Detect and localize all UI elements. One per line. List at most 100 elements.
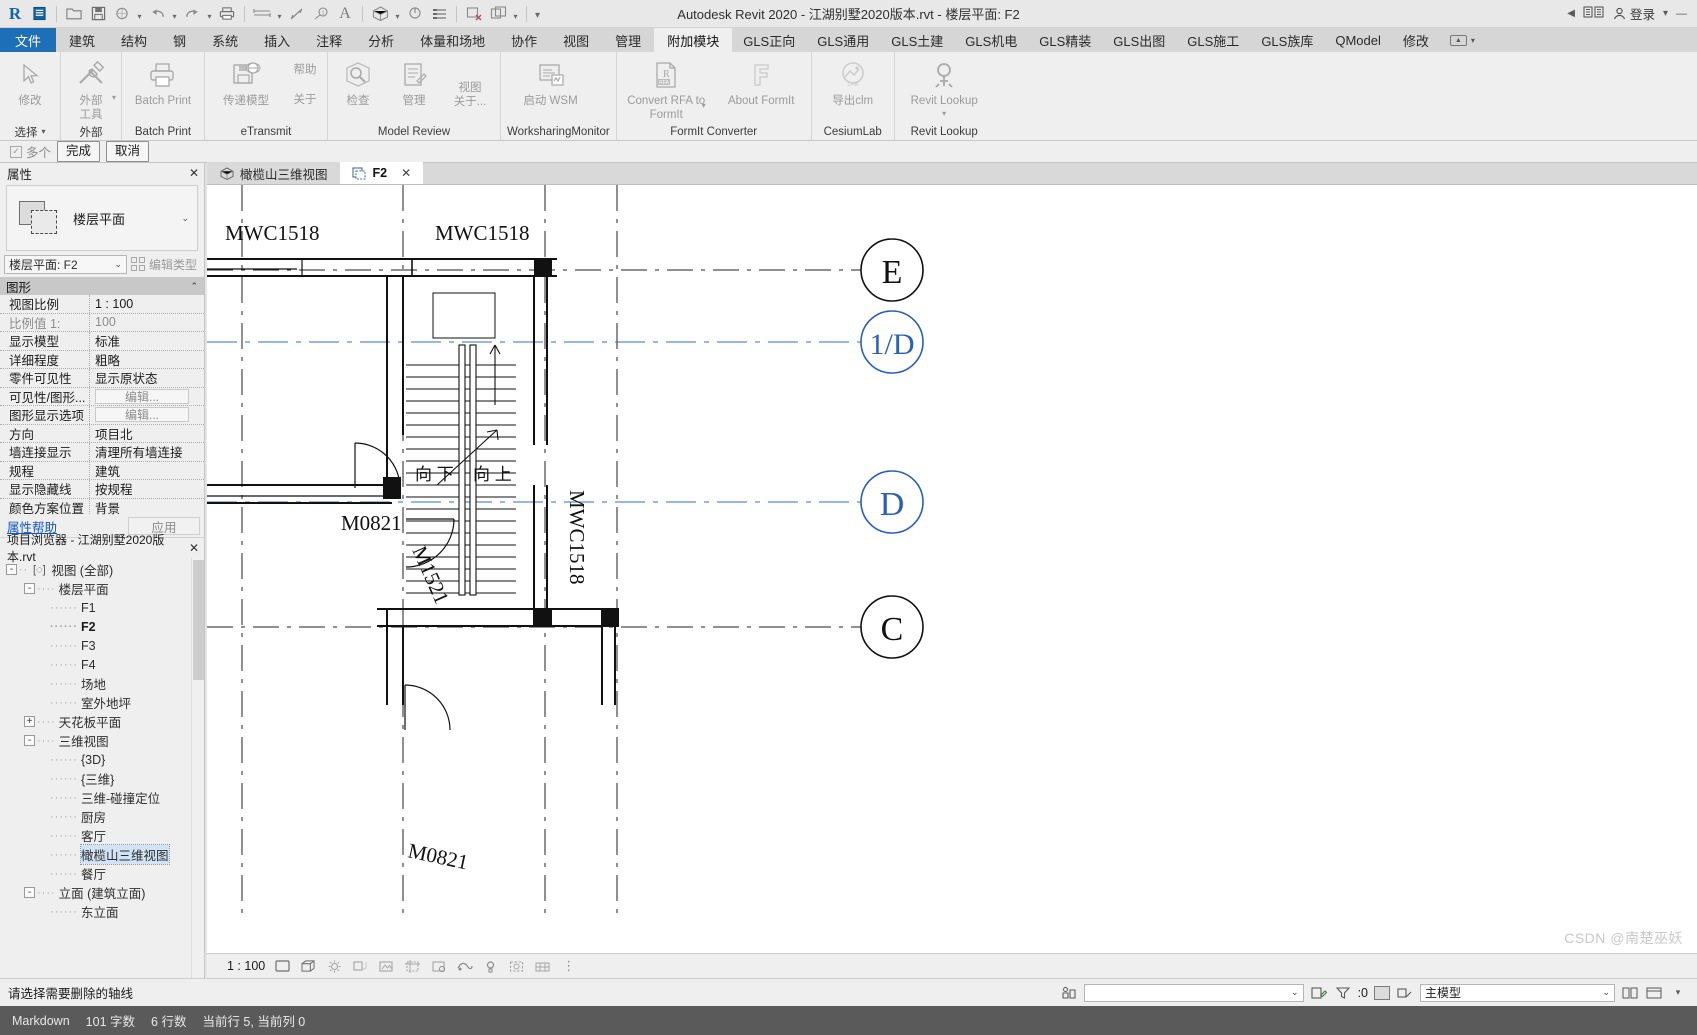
export-clm-button[interactable]: LAB 导出clm [814, 55, 892, 117]
reveal-hidden-elements-icon[interactable] [508, 959, 525, 974]
help-search-icon[interactable] [1583, 5, 1605, 22]
model-views-icon[interactable] [1621, 985, 1639, 1001]
batch-print-button[interactable]: Batch Print [124, 55, 202, 117]
tile-windows-icon[interactable] [487, 3, 509, 25]
modify-button[interactable]: 修改 [2, 55, 58, 117]
hide-ui-icon[interactable] [1645, 985, 1663, 1001]
quick-access-toolbar[interactable]: R ▾ ▾ ▾ ▾ 1 A ▾ ▾ ▾ [0, 0, 542, 28]
close-hidden-windows-icon[interactable] [463, 3, 485, 25]
ribbon-minimize-toggle[interactable]: ▲ ▾ [1440, 28, 1485, 52]
ribbon-tab-manage[interactable]: 管理 [602, 28, 654, 52]
property-value[interactable]: 标准 [90, 332, 204, 350]
type-selector-combo[interactable]: 楼层平面: F2 ⌄ [4, 254, 127, 274]
save-icon[interactable] [87, 3, 109, 25]
save-as-caret-icon[interactable]: ▾ [135, 3, 144, 25]
ribbon-tab-steel[interactable]: 钢 [160, 28, 199, 52]
properties-group-graphics[interactable]: 图形 ⌃ [0, 277, 204, 295]
visual-style-wireframe-icon[interactable] [300, 959, 317, 974]
tree-node-f4[interactable]: ······ F4 [0, 655, 204, 674]
ribbon-tab-insert[interactable]: 插入 [251, 28, 303, 52]
tree-node-east-elevation[interactable]: ······ 东立面 [0, 902, 204, 921]
ribbon-tab-architecture[interactable]: 建筑 [56, 28, 108, 52]
project-browser-scrollbar[interactable] [191, 558, 204, 978]
tree-node-site[interactable]: ······ 场地 [0, 674, 204, 693]
print-icon[interactable] [216, 3, 238, 25]
ribbon-tab-annotate[interactable]: 注释 [303, 28, 355, 52]
drawing-canvas[interactable]: E 1/D D C MWC1518 MWC1518 MWC1518 M0821 … [207, 185, 1697, 953]
tree-node-3d-default[interactable]: ······ {3D} [0, 750, 204, 769]
undo-caret-icon[interactable]: ▾ [170, 3, 179, 25]
default-3d-view-icon[interactable] [369, 3, 391, 25]
render-dialog-icon[interactable] [378, 959, 395, 974]
tag-icon[interactable]: 1 [310, 3, 332, 25]
ribbon-tab-analyze[interactable]: 分析 [355, 28, 407, 52]
property-row-orientation[interactable]: 方向 项目北 [0, 424, 204, 443]
ribbon-tab-qmodel[interactable]: QModel [1324, 28, 1392, 52]
tree-node-ceiling-plans[interactable]: + ···· 天花板平面 [0, 712, 204, 731]
sign-in-label[interactable]: 登录 [1630, 4, 1655, 23]
properties-close-icon[interactable]: ✕ [189, 166, 199, 180]
transmit-model-button[interactable]: 传递模型 [207, 55, 285, 117]
tree-node-f1[interactable]: ······ F1 [0, 598, 204, 617]
external-tools-caret-icon[interactable]: ▾ [112, 93, 116, 103]
property-value[interactable]: 项目北 [90, 425, 204, 443]
scrollbar-thumb[interactable] [193, 560, 204, 680]
ribbon-tab-gls-tongyong[interactable]: GLS通用 [806, 28, 880, 52]
text-icon[interactable]: A [334, 3, 356, 25]
ribbon-minimize-icon[interactable]: ▲ [1449, 34, 1467, 46]
tree-node-views-all[interactable]: - ·· [◌] 视图 (全部) [0, 560, 204, 579]
launch-wsm-button[interactable]: 启动 WSM [503, 55, 598, 117]
ribbon-tab-gls-jingzhuang[interactable]: GLS精装 [1028, 28, 1102, 52]
tree-node-dining-room[interactable]: ······ 餐厅 [0, 864, 204, 883]
sign-in-group[interactable]: 登录 [1613, 4, 1655, 23]
tree-node-f3[interactable]: ······ F3 [0, 636, 204, 655]
ribbon-tab-structure[interactable]: 结构 [108, 28, 160, 52]
open-icon[interactable] [63, 3, 85, 25]
view-control-bar[interactable]: 1 : 100 ⋮ [207, 953, 1697, 978]
model-review-about-button[interactable]: 视图 关于... [442, 55, 498, 117]
redo-icon[interactable] [181, 3, 203, 25]
property-row-graphic-display-options[interactable]: 图形显示选项 编辑... [0, 406, 204, 425]
ribbon-tab-file[interactable]: 文件 [0, 28, 57, 52]
multiple-checkbox-box[interactable]: ✓ [10, 145, 22, 158]
property-row-visibility-graphics[interactable]: 可见性/图形... 编辑... [0, 387, 204, 406]
ribbon-tab-gls-shigong[interactable]: GLS施工 [1176, 28, 1250, 52]
revit-logo-icon[interactable]: R [4, 3, 26, 25]
finish-button[interactable]: 完成 [57, 141, 101, 162]
expand-collapse-icon[interactable]: - [6, 564, 17, 575]
convert-rfa-to-formit-button[interactable]: R RFA Convert RFA to FormIt ▾ [619, 55, 714, 123]
3d-view-caret-icon[interactable]: ▾ [393, 3, 402, 25]
window-menu-icon[interactable]: ▾ [1663, 8, 1668, 19]
revit-lookup-caret-icon[interactable]: ▾ [942, 109, 946, 119]
measure-caret-icon[interactable]: ▾ [275, 3, 284, 25]
property-value[interactable]: 粗略 [90, 351, 204, 369]
type-selector-caret-icon[interactable]: ⌄ [114, 259, 122, 270]
design-options-caret-icon[interactable]: ⌄ [1602, 987, 1610, 998]
etransmit-help-button[interactable]: 帮助 [294, 61, 317, 77]
property-row-detail-level[interactable]: 详细程度 粗略 [0, 350, 204, 369]
view-tab-close-icon[interactable]: ✕ [401, 166, 411, 180]
property-row-scale-value[interactable]: 比例值 1: 100 [0, 313, 204, 332]
property-row-wall-join-display[interactable]: 墙连接显示 清理所有墙连接 [0, 443, 204, 462]
project-browser-tree[interactable]: - ·· [◌] 视图 (全部) - ···· 楼层平面 ······ F1 ·… [0, 558, 204, 978]
properties-type-preview[interactable]: 楼层平面 ⌄ [6, 185, 198, 251]
exclude-options-icon[interactable] [1396, 985, 1414, 1001]
ribbon-tab-gls-tujian[interactable]: GLS土建 [880, 28, 954, 52]
design-options-combo[interactable]: 主模型 ⌄ [1420, 983, 1615, 1002]
filter-icon[interactable] [1334, 985, 1352, 1001]
select-panel-caret-icon[interactable]: ▾ [41, 127, 45, 136]
section-icon[interactable] [404, 3, 426, 25]
shadows-off-icon[interactable] [352, 959, 369, 974]
tree-node-f2[interactable]: ······ F2 [0, 617, 204, 636]
ribbon-tab-view[interactable]: 视图 [550, 28, 602, 52]
unlock-3d-view-icon[interactable] [456, 959, 473, 974]
tree-node-3d-clash[interactable]: ······ 三维-碰撞定位 [0, 788, 204, 807]
project-browser-close-icon[interactable]: ✕ [189, 541, 199, 555]
editable-only-icon[interactable] [1310, 985, 1328, 1001]
worksets-icon[interactable] [1060, 985, 1078, 1001]
property-value[interactable]: 清理所有墙连接 [90, 443, 204, 461]
property-value[interactable]: 显示原状态 [90, 369, 204, 387]
ribbon-tab-strip[interactable]: 文件 建筑 结构 钢 系统 插入 注释 分析 体量和场地 协作 视图 管理 附加… [0, 28, 1697, 52]
view-scale-label[interactable]: 1 : 100 [227, 959, 265, 973]
measure-icon[interactable] [251, 3, 273, 25]
